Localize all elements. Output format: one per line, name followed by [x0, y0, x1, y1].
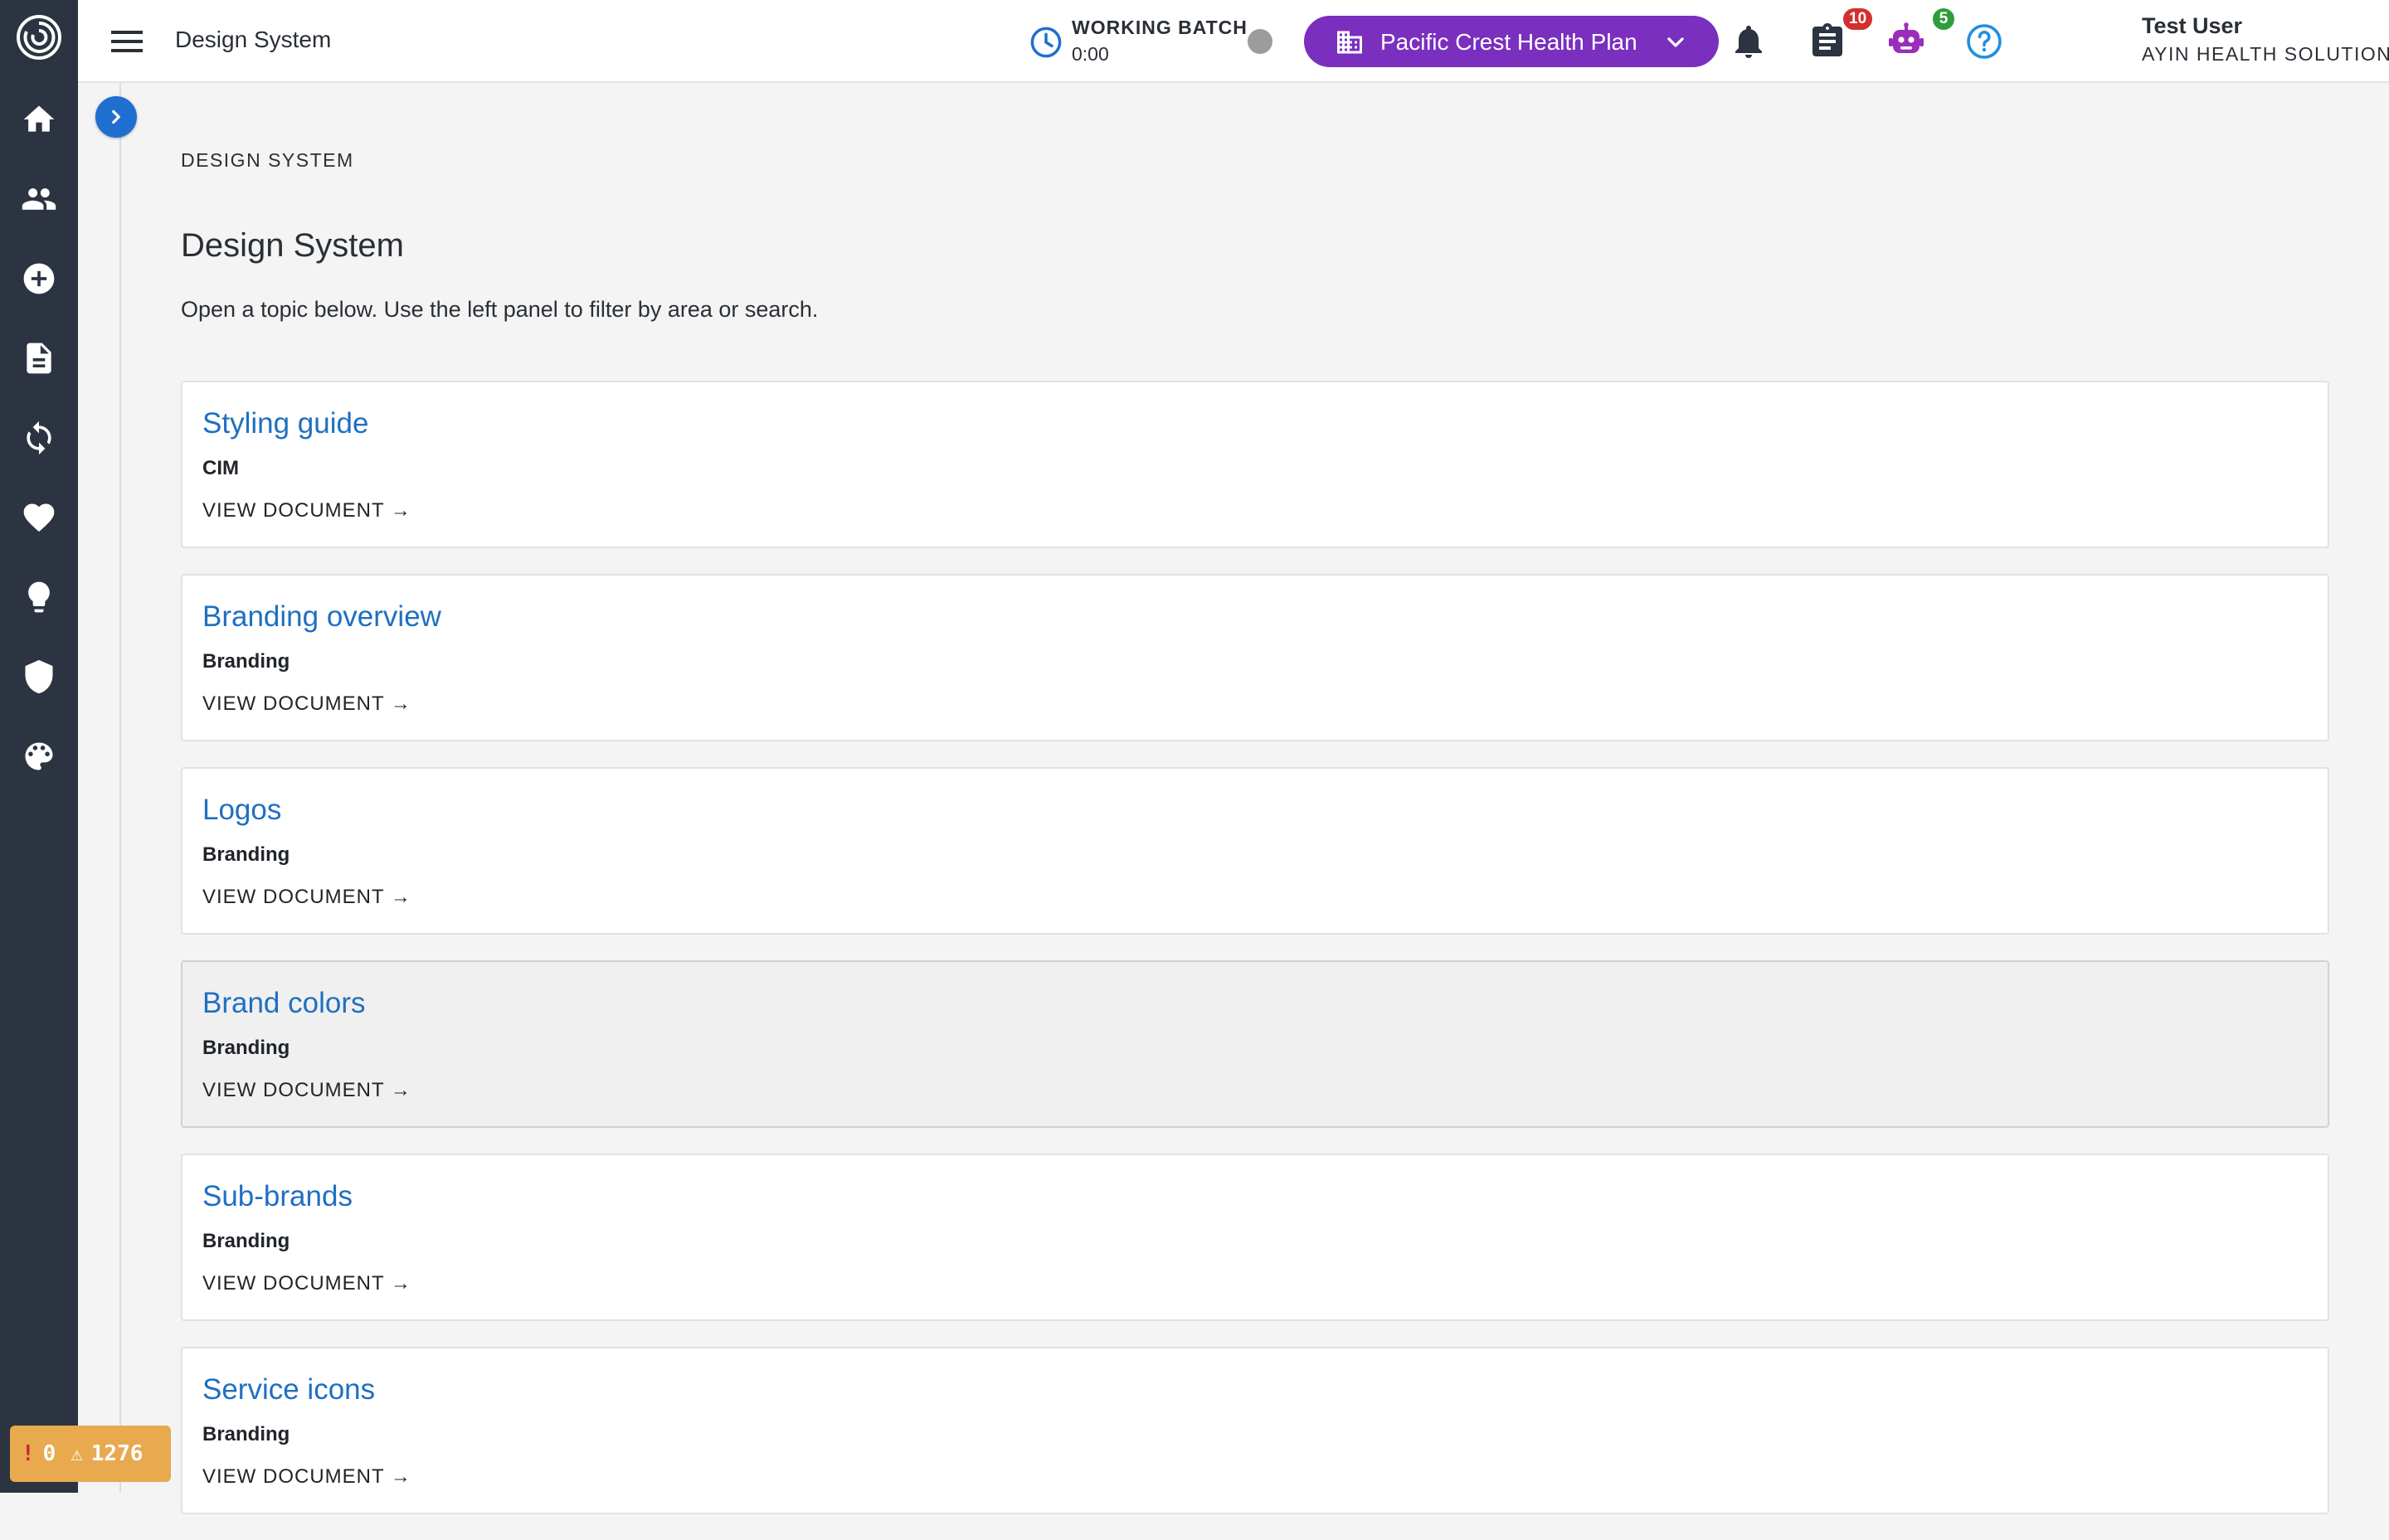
warning-count: 1276 [90, 1441, 144, 1466]
menu-icon[interactable] [109, 25, 144, 58]
topic-list: Styling guide CIM VIEW DOCUMENT → Brandi… [181, 381, 2329, 1540]
error-count: 0 [42, 1441, 56, 1466]
topic-card-sub-brands[interactable]: Sub-brands Branding VIEW DOCUMENT → [181, 1154, 2329, 1321]
view-document-link[interactable]: VIEW DOCUMENT → [202, 1272, 411, 1295]
view-document-link[interactable]: VIEW DOCUMENT → [202, 692, 411, 716]
clock-icon [1029, 25, 1063, 60]
error-icon: ! [22, 1441, 35, 1466]
robot-icon[interactable] [1886, 22, 1926, 61]
topic-card-branding-overview[interactable]: Branding overview Branding VIEW DOCUMENT… [181, 574, 2329, 741]
topic-card-title[interactable]: Brand colors [202, 987, 365, 1020]
plan-selector-button[interactable]: Pacific Crest Health Plan [1304, 16, 1719, 67]
lightbulb-icon[interactable] [19, 577, 59, 617]
chevron-down-icon [1667, 37, 1684, 47]
clipboard-icon[interactable] [1808, 22, 1847, 61]
building-icon [1337, 31, 1362, 54]
view-document-link[interactable]: VIEW DOCUMENT → [202, 1079, 411, 1102]
heart-icon[interactable] [19, 498, 59, 537]
view-document-link[interactable]: VIEW DOCUMENT → [202, 1465, 411, 1489]
breadcrumb[interactable]: DESIGN SYSTEM [181, 149, 354, 172]
shield-icon[interactable] [19, 657, 59, 697]
chevron-right-icon [112, 109, 120, 124]
bell-icon[interactable] [1729, 22, 1769, 61]
sync-icon[interactable] [19, 418, 59, 458]
document-icon[interactable] [19, 338, 59, 378]
topic-card-service-icons[interactable]: Service icons Branding VIEW DOCUMENT → [181, 1347, 2329, 1514]
topic-card-title[interactable]: Branding overview [202, 600, 441, 634]
topic-card-category: Branding [202, 843, 290, 866]
topic-card-logos[interactable]: Logos Branding VIEW DOCUMENT → [181, 767, 2329, 935]
people-icon[interactable] [19, 179, 59, 219]
top-bar: Design System WORKING BATCH 0:00 Pacific… [78, 0, 2389, 83]
working-batch-timer: 0:00 [1072, 43, 1109, 65]
topic-card-brand-colors[interactable]: Brand colors Branding VIEW DOCUMENT → [181, 960, 2329, 1128]
tasks-badge: 5 [1931, 7, 1956, 32]
dev-error-warning-badge[interactable]: ! 0 ⚠ 1276 [10, 1426, 171, 1482]
topic-card-styling-guide[interactable]: Styling guide CIM VIEW DOCUMENT → [181, 381, 2329, 548]
topic-card-title[interactable]: Styling guide [202, 407, 368, 440]
topic-card-category: CIM [202, 457, 239, 479]
app-title: Design System [175, 27, 332, 52]
view-document-link[interactable]: VIEW DOCUMENT → [202, 499, 411, 522]
home-icon[interactable] [19, 100, 59, 139]
palette-icon[interactable] [19, 736, 59, 776]
topic-card-category: Branding [202, 1423, 290, 1445]
help-icon[interactable] [1964, 22, 2004, 61]
left-rail [0, 0, 78, 1493]
view-document-link[interactable]: VIEW DOCUMENT → [202, 886, 411, 909]
topic-card-category: Branding [202, 1037, 290, 1059]
plan-selector-label: Pacific Crest Health Plan [1380, 29, 1637, 55]
add-circle-icon[interactable] [19, 259, 59, 299]
topic-card-category: Branding [202, 1230, 290, 1252]
page-description: Open a topic below. Use the left panel t… [181, 297, 819, 322]
expand-panel-button[interactable] [95, 96, 137, 138]
app-logo-icon[interactable] [15, 13, 63, 61]
page-title: Design System [181, 227, 404, 264]
warning-icon: ⚠ [71, 1442, 83, 1465]
filter-panel-collapsed [78, 83, 121, 1493]
working-batch-label: WORKING BATCH [1072, 17, 1248, 38]
batch-status-indicator [1248, 29, 1272, 54]
topic-card-title[interactable]: Service icons [202, 1373, 375, 1406]
topic-card-title[interactable]: Logos [202, 794, 281, 827]
user-organization[interactable]: AYIN HEALTH SOLUTIONS [2142, 43, 2389, 66]
topic-card-category: Branding [202, 650, 290, 673]
topic-card-title[interactable]: Sub-brands [202, 1180, 353, 1213]
user-name[interactable]: Test User [2142, 13, 2242, 39]
